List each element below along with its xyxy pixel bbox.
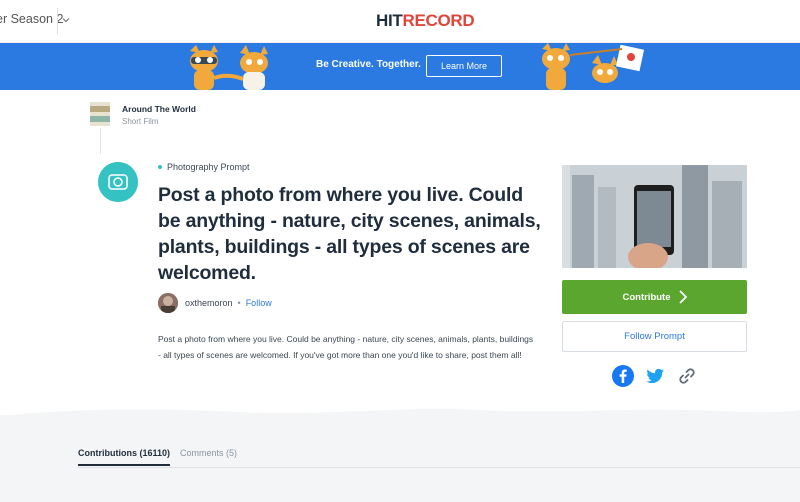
logo-hit: HIT (376, 11, 403, 30)
prompt-category: Photography Prompt (158, 162, 250, 172)
top-header: er Season 2 HITRECORD (0, 0, 800, 43)
category-dot (158, 164, 162, 169)
twitter-icon[interactable] (644, 365, 666, 387)
contribute-button[interactable]: Contribute (562, 280, 747, 314)
cats-illustration-right (542, 43, 645, 90)
facebook-icon[interactable] (612, 365, 634, 387)
contribute-label: Contribute (622, 291, 671, 303)
chevron-right-icon (678, 290, 687, 304)
prompt-description: Post a photo from where you live. Could … (158, 334, 534, 360)
separator-dot: • (237, 298, 241, 308)
project-type: Short Film (122, 117, 159, 126)
banner-tagline: Be Creative. Together. (316, 59, 421, 70)
breadcrumb-connector (100, 128, 101, 154)
promo-banner: Be Creative. Together. Learn More (0, 43, 800, 90)
prompt-category-label: Photography Prompt (167, 162, 250, 172)
follow-prompt-button[interactable]: Follow Prompt (562, 321, 747, 352)
logo-record: RECORD (402, 11, 475, 30)
hitrecord-logo[interactable]: HITRECORD (376, 11, 475, 31)
page-title: Post a photo from where you live. Could … (158, 184, 541, 284)
season-selector-label[interactable]: er Season 2 (0, 12, 63, 26)
follow-author-link[interactable]: Follow (246, 298, 272, 308)
link-icon[interactable] (676, 365, 698, 387)
divider (57, 8, 58, 34)
share-buttons (612, 365, 698, 387)
author-row: oxthemoron • Follow (158, 293, 272, 313)
chevron-down-icon[interactable] (60, 14, 72, 26)
tab-contributions[interactable]: Contributions (16110) (78, 448, 171, 466)
avatar[interactable] (158, 293, 178, 313)
tabs-underline (78, 467, 800, 468)
project-thumbnail (90, 102, 110, 126)
project-title[interactable]: Around The World (122, 104, 196, 114)
author-name[interactable]: oxthemoron (185, 298, 233, 308)
prompt-cover-photo (562, 165, 747, 268)
cats-illustration-left (190, 45, 268, 90)
camera-icon (98, 162, 138, 202)
content-tabs: Contributions (16110) Comments (5) (78, 448, 237, 466)
tab-comments[interactable]: Comments (5) (180, 448, 237, 466)
learn-more-button[interactable]: Learn More (426, 55, 502, 77)
